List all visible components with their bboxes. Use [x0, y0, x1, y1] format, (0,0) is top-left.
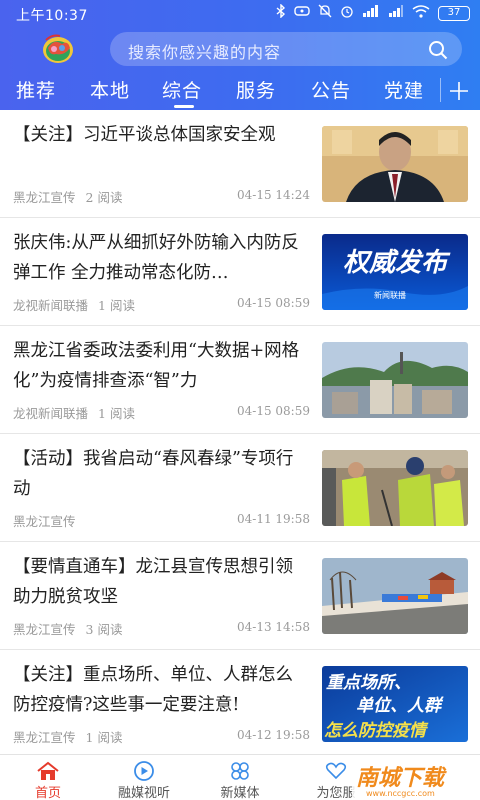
news-feed: 【关注】习近平谈总体国家安全观 黑龙江宣传 2 阅读 04-15 14:24 张… — [0, 110, 480, 754]
bluetooth-icon — [276, 3, 286, 22]
news-source: 黑龙江宣传 — [13, 622, 76, 637]
news-thumbnail[interactable] — [322, 450, 468, 526]
thumb-text-line1: 重点场所、 — [326, 673, 411, 693]
vibrate-icon — [294, 5, 310, 21]
news-thumbnail[interactable]: 重点场所、 单位、人群 怎么防控疫情 — [322, 666, 468, 742]
app-logo[interactable] — [40, 32, 76, 66]
add-channel-icon[interactable] — [448, 80, 470, 102]
news-time: 04-15 08:59 — [237, 296, 310, 310]
tab-general[interactable]: 综合 — [162, 76, 202, 103]
watermark-url: www.nccgcc.com — [366, 789, 435, 798]
battery-indicator: 37 — [438, 5, 470, 21]
active-tab-indicator — [174, 105, 194, 108]
nav-label[interactable]: 新媒体 — [192, 782, 288, 800]
news-time: 04-13 14:58 — [237, 620, 310, 634]
news-meta: 黑龙江宣传 — [13, 511, 76, 530]
news-thumbnail[interactable] — [322, 342, 468, 418]
divider — [440, 78, 441, 102]
tab-notice[interactable]: 公告 — [311, 76, 351, 103]
news-item[interactable]: 【要情直通车】龙江县宣传思想引领 助力脱贫攻坚 黑龙江宣传 3 阅读 04-13 … — [0, 542, 480, 650]
news-reads: 1 阅读 — [98, 298, 135, 313]
news-item[interactable]: 张庆伟:从严从细抓好外防输入内防反弹工作 全力推动常态化防… 龙视新闻联播 1 阅… — [0, 218, 480, 326]
signal-hd-icon — [362, 5, 380, 21]
status-bar: 上午10:37 37 — [0, 0, 480, 28]
thumb-text-line3: 怎么防控疫情 — [324, 721, 429, 741]
thumb-text: 权威发布 — [343, 248, 451, 278]
news-reads: 1 阅读 — [98, 406, 135, 421]
search-placeholder[interactable]: 搜索你感兴趣的内容 — [128, 39, 281, 63]
news-item[interactable]: 【关注】重点场所、单位、人群怎么防控疫情?这些事一定要注意! 黑龙江宣传 1 阅读… — [0, 650, 480, 754]
news-title[interactable]: 【要情直通车】龙江县宣传思想引领 助力脱贫攻坚 — [13, 552, 303, 612]
grid-flower-icon[interactable] — [228, 761, 252, 781]
search-icon[interactable] — [428, 40, 448, 60]
search-bar[interactable]: 搜索你感兴趣的内容 — [110, 32, 462, 66]
news-source: 龙视新闻联播 — [13, 406, 89, 421]
header: 上午10:37 37 搜索你感兴趣的内容 推荐 本地 综合 服务 公告 党建 — [0, 0, 480, 110]
news-thumbnail[interactable] — [322, 126, 468, 202]
news-reads: 2 阅读 — [85, 190, 123, 205]
thumb-text-line2: 单位、人群 — [356, 696, 444, 716]
news-source: 龙视新闻联播 — [13, 298, 89, 313]
status-time: 上午10:37 — [16, 8, 88, 24]
news-reads: 3 阅读 — [85, 622, 123, 637]
news-time: 04-12 19:58 — [237, 728, 310, 742]
news-title[interactable]: 张庆伟:从严从细抓好外防输入内防反弹工作 全力推动常态化防… — [13, 228, 303, 288]
home-icon[interactable] — [36, 761, 60, 781]
alarm-icon — [340, 4, 354, 22]
nav-home[interactable]: 首页 — [0, 755, 96, 800]
news-item[interactable]: 【活动】我省启动“春风春绿”专项行动 黑龙江宣传 04-11 19:58 — [0, 434, 480, 542]
app-root: 上午10:37 37 搜索你感兴趣的内容 推荐 本地 综合 服务 公告 党建 【… — [0, 0, 480, 800]
wifi-icon — [412, 4, 430, 22]
watermark-text: 南城下载 — [356, 766, 447, 791]
tab-recommend[interactable]: 推荐 — [16, 76, 56, 103]
news-title[interactable]: 【关注】习近平谈总体国家安全观 — [13, 120, 303, 150]
news-time: 04-15 14:24 — [237, 188, 310, 202]
news-reads: 1 阅读 — [85, 730, 123, 745]
heart-hand-icon[interactable] — [324, 761, 348, 781]
nav-media[interactable]: 融媒视听 — [96, 755, 192, 800]
news-source: 黑龙江宣传 — [13, 730, 76, 745]
news-item[interactable]: 黑龙江省委政法委利用“大数据+网格化”为疫情排查添“智”力 龙视新闻联播 1 阅读… — [0, 326, 480, 434]
watermark-logo: 南城下载 www.nccgcc.com — [352, 760, 476, 798]
news-thumbnail[interactable]: 权威发布 新闻联播 — [322, 234, 468, 310]
news-item[interactable]: 【关注】习近平谈总体国家安全观 黑龙江宣传 2 阅读 04-15 14:24 — [0, 110, 480, 218]
news-meta: 龙视新闻联播 1 阅读 — [13, 403, 135, 422]
nav-label[interactable]: 首页 — [0, 782, 96, 800]
news-meta: 黑龙江宣传 3 阅读 — [13, 619, 122, 638]
news-meta: 黑龙江宣传 1 阅读 — [13, 727, 122, 746]
news-source: 黑龙江宣传 — [13, 190, 76, 205]
news-source: 黑龙江宣传 — [13, 514, 76, 529]
tab-service[interactable]: 服务 — [236, 76, 276, 103]
nav-newmedia[interactable]: 新媒体 — [192, 755, 288, 800]
thumb-caption: 新闻联播 — [374, 290, 406, 300]
news-time: 04-11 19:58 — [237, 512, 310, 526]
tab-party[interactable]: 党建 — [384, 76, 424, 103]
play-circle-icon[interactable] — [132, 761, 156, 781]
news-title[interactable]: 【关注】重点场所、单位、人群怎么防控疫情?这些事一定要注意! — [13, 660, 303, 720]
news-thumbnail[interactable] — [322, 558, 468, 634]
news-time: 04-15 08:59 — [237, 404, 310, 418]
mute-bell-icon — [318, 4, 332, 22]
status-icons: 37 — [276, 3, 470, 22]
nav-label[interactable]: 融媒视听 — [96, 782, 192, 800]
news-title[interactable]: 【活动】我省启动“春风春绿”专项行动 — [13, 444, 303, 504]
news-meta: 龙视新闻联播 1 阅读 — [13, 295, 135, 314]
news-meta: 黑龙江宣传 2 阅读 — [13, 187, 122, 206]
news-title[interactable]: 黑龙江省委政法委利用“大数据+网格化”为疫情排查添“智”力 — [13, 336, 303, 396]
category-tabs: 推荐 本地 综合 服务 公告 党建 — [0, 74, 480, 108]
signal-icon — [388, 5, 404, 21]
tab-local[interactable]: 本地 — [90, 76, 130, 103]
